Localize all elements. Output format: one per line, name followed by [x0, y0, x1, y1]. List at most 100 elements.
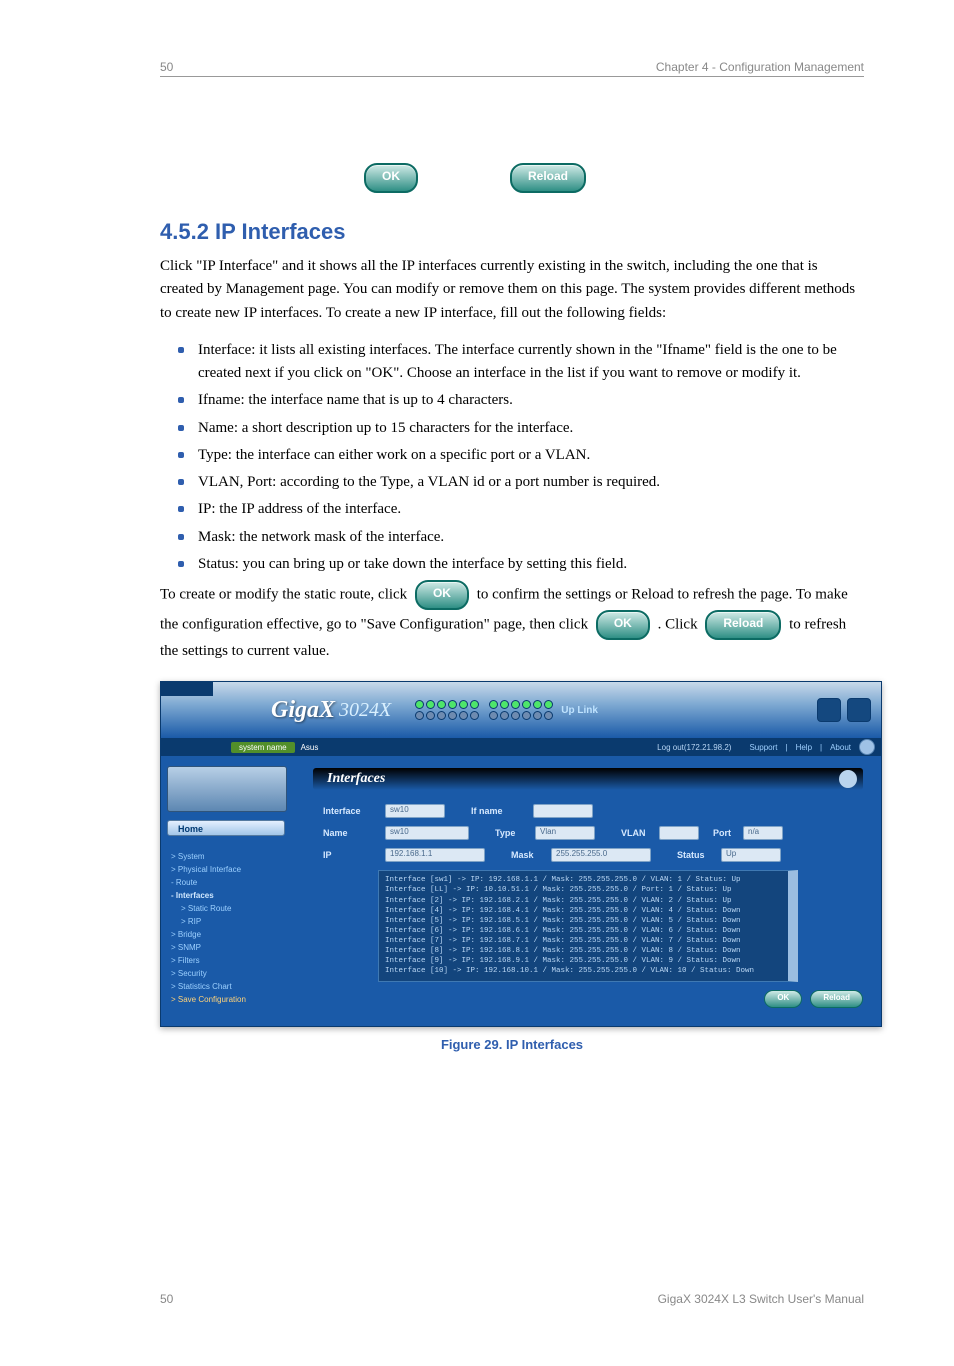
tool-icon-2[interactable]: [847, 698, 871, 722]
bullet-item: VLAN, Port: according to the Type, a VLA…: [178, 471, 864, 494]
para2-c: . Click: [658, 616, 702, 632]
sidebar-item[interactable]: > Security: [167, 967, 297, 980]
listing-row[interactable]: Interface [4] -> IP: 192.168.4.1 / Mask:…: [385, 906, 782, 916]
name-input[interactable]: sw10: [385, 826, 469, 840]
sidebar-item[interactable]: - Interfaces: [167, 889, 297, 902]
device-thumbnail: [167, 766, 287, 812]
top-link-about[interactable]: About: [830, 743, 851, 752]
port-led: [470, 700, 479, 709]
sidebar-item[interactable]: > Statistics Chart: [167, 980, 297, 993]
bullet-icon: [178, 561, 184, 567]
sidebar-item[interactable]: > Static Route: [167, 902, 297, 915]
screenshot-infobar: system name Asus Log out(172.21.98.2) Su…: [161, 738, 881, 756]
mask-input[interactable]: 255.255.255.0: [551, 848, 651, 862]
ifname-label: If name: [471, 806, 533, 816]
bullet-item: Name: a short description up to 15 chara…: [178, 417, 864, 440]
ok-button-inline-1[interactable]: OK: [415, 580, 469, 610]
top-link-help[interactable]: Help: [796, 743, 812, 752]
listing-row[interactable]: Interface [LL] -> IP: 10.10.51.1 / Mask:…: [385, 885, 782, 895]
reload-button[interactable]: Reload: [510, 163, 586, 193]
bullet-icon: [178, 452, 184, 458]
home-button[interactable]: Home: [167, 820, 285, 836]
ip-input[interactable]: 192.168.1.1: [385, 848, 485, 862]
section-title: 4.5.2 IP Interfaces: [160, 219, 864, 245]
form-ok-button[interactable]: OK: [764, 990, 802, 1008]
bullet-text: IP: the IP address of the interface.: [198, 498, 401, 521]
sidebar-item[interactable]: > Physical Interface: [167, 863, 297, 876]
listing-row[interactable]: Interface [9] -> IP: 192.168.9.1 / Mask:…: [385, 956, 782, 966]
type-label: Type: [495, 828, 535, 838]
logout-link[interactable]: Log out(172.21.98.2): [657, 743, 731, 752]
port-led: [459, 711, 468, 720]
listing-row[interactable]: Interface [sw1] -> IP: 192.168.1.1 / Mas…: [385, 875, 782, 885]
bullet-text: Status: you can bring up or take down th…: [198, 553, 627, 576]
interface-label: Interface: [323, 806, 385, 816]
listing-row[interactable]: Interface [5] -> IP: 192.168.5.1 / Mask:…: [385, 916, 782, 926]
port-led: [426, 700, 435, 709]
port-select[interactable]: n/a: [743, 826, 783, 840]
panel-title: Interfaces: [313, 768, 863, 790]
bullet-icon: [178, 506, 184, 512]
sidebar-item[interactable]: > SNMP: [167, 941, 297, 954]
port-led: [470, 711, 479, 720]
sidebar-item[interactable]: > System: [167, 850, 297, 863]
footer-page-no: 50: [160, 1292, 173, 1306]
listing-row[interactable]: Interface [2] -> IP: 192.168.2.1 / Mask:…: [385, 896, 782, 906]
port-led: [489, 700, 498, 709]
port-led: [533, 700, 542, 709]
status-select[interactable]: Up: [721, 848, 781, 862]
port-led: [437, 700, 446, 709]
vlan-label: VLAN: [621, 828, 659, 838]
sidebar-item[interactable]: > Save Configuration: [167, 993, 297, 1006]
header-doc-title: Chapter 4 - Configuration Management: [656, 60, 864, 74]
listing-row[interactable]: Interface [7] -> IP: 192.168.7.1 / Mask:…: [385, 936, 782, 946]
ok-button-inline-2[interactable]: OK: [596, 610, 650, 640]
sidebar-item[interactable]: > RIP: [167, 915, 297, 928]
name-label: Name: [323, 828, 385, 838]
vlan-input[interactable]: [659, 826, 699, 840]
port-led: [511, 711, 520, 720]
interface-select[interactable]: sw10: [385, 804, 445, 818]
reload-button-inline[interactable]: Reload: [705, 610, 781, 640]
bullet-icon: [178, 425, 184, 431]
bullet-icon: [178, 534, 184, 540]
port-led: [544, 700, 553, 709]
system-name-label: system name: [231, 742, 295, 753]
form-reload-button[interactable]: Reload: [810, 990, 863, 1008]
tool-icon-1[interactable]: [817, 698, 841, 722]
status-label: Status: [677, 850, 721, 860]
listing-row[interactable]: Interface [10] -> IP: 192.168.10.1 / Mas…: [385, 966, 782, 976]
bullet-icon: [178, 479, 184, 485]
top-link-support[interactable]: Support: [749, 743, 777, 752]
sidebar-item[interactable]: - Route: [167, 876, 297, 889]
figure: GigaX 3024X Up Link system name Asus Log…: [160, 681, 864, 1052]
bullet-item: Status: you can bring up or take down th…: [178, 553, 864, 576]
product-model: 3024X: [339, 699, 391, 722]
port-led: [437, 711, 446, 720]
port-led: [415, 711, 424, 720]
uplink-label: Up Link: [561, 705, 598, 716]
ok-button[interactable]: OK: [364, 163, 418, 193]
bullet-text: Mask: the network mask of the interface.: [198, 526, 444, 549]
sidebar: Home > System> Physical Interface- Route…: [161, 756, 303, 1026]
bullet-icon: [178, 397, 184, 403]
bullet-icon: [178, 347, 184, 353]
interfaces-listing[interactable]: Interface [sw1] -> IP: 192.168.1.1 / Mas…: [378, 870, 798, 981]
port-led: [500, 700, 509, 709]
listing-row[interactable]: Interface [6] -> IP: 192.168.6.1 / Mask:…: [385, 926, 782, 936]
port-label: Port: [713, 828, 743, 838]
listing-row[interactable]: Interface [8] -> IP: 192.168.8.1 / Mask:…: [385, 946, 782, 956]
bullet-item: IP: the IP address of the interface.: [178, 498, 864, 521]
sidebar-item[interactable]: > Bridge: [167, 928, 297, 941]
panel-title-text: Interfaces: [327, 771, 385, 786]
footer-doc-title: GigaX 3024X L3 Switch User's Manual: [658, 1292, 864, 1306]
para2-a: To create or modify the static route, cl…: [160, 586, 411, 602]
bullet-text: Ifname: the interface name that is up to…: [198, 389, 513, 412]
sidebar-item[interactable]: > Filters: [167, 954, 297, 967]
port-led: [533, 711, 542, 720]
port-led: [459, 700, 468, 709]
type-select[interactable]: Vlan: [535, 826, 595, 840]
port-led: [448, 700, 457, 709]
port-led: [489, 711, 498, 720]
ifname-input[interactable]: [533, 804, 593, 818]
